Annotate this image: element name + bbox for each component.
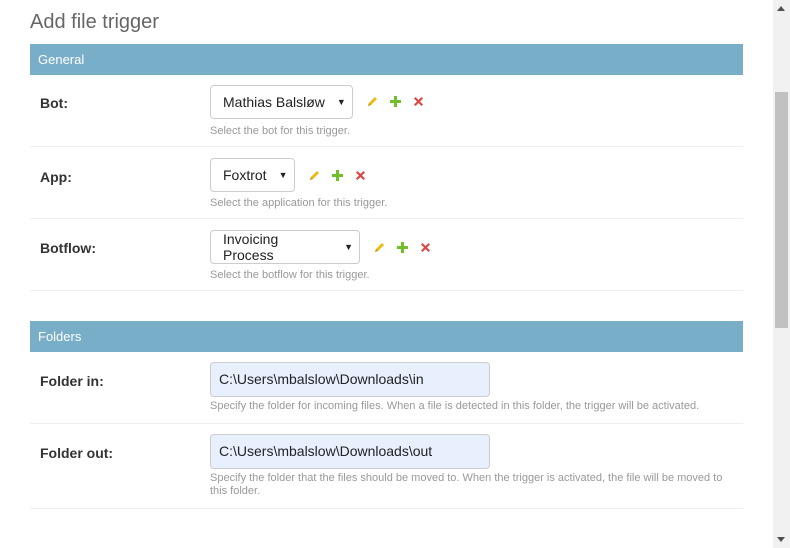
general-header: General bbox=[30, 44, 743, 75]
chevron-down-icon: ▼ bbox=[278, 170, 288, 180]
general-fieldset: General Bot: Mathias Balsløw ▼ Select th… bbox=[30, 44, 743, 291]
botflow-label: Botflow: bbox=[40, 240, 96, 256]
scroll-up-arrow-icon[interactable] bbox=[777, 6, 785, 11]
botflow-row: Botflow: Invoicing Process ▼ Select the … bbox=[30, 219, 743, 291]
app-select-value: Foxtrot bbox=[223, 167, 267, 183]
folder-out-help: Specify the folder that the files should… bbox=[210, 472, 723, 497]
app-row: App: Foxtrot ▼ Select the application fo… bbox=[30, 147, 743, 219]
vertical-scrollbar[interactable] bbox=[773, 0, 790, 548]
app-label: App: bbox=[40, 169, 72, 185]
app-actions bbox=[308, 169, 367, 182]
bot-help: Select the bot for this trigger. bbox=[210, 125, 351, 137]
plus-icon[interactable] bbox=[331, 169, 344, 182]
botflow-select-value: Invoicing Process bbox=[223, 231, 279, 263]
chevron-down-icon: ▼ bbox=[344, 242, 353, 252]
folders-fieldset: Folders Folder in: C:\Users\mbalslow\Dow… bbox=[30, 321, 743, 509]
folder-in-label: Folder in: bbox=[40, 373, 104, 389]
x-icon[interactable] bbox=[354, 169, 367, 182]
folders-header: Folders bbox=[30, 321, 743, 352]
page-title: Add file trigger bbox=[30, 11, 159, 33]
folder-out-input[interactable]: C:\Users\mbalslow\Downloads\out bbox=[210, 434, 490, 469]
botflow-help: Select the botflow for this trigger. bbox=[210, 269, 370, 281]
plus-icon[interactable] bbox=[389, 95, 402, 108]
bot-row: Bot: Mathias Balsløw ▼ Select the bot fo… bbox=[30, 75, 743, 147]
bot-select[interactable]: Mathias Balsløw ▼ bbox=[210, 85, 353, 119]
bot-label: Bot: bbox=[40, 95, 68, 111]
app-select[interactable]: Foxtrot ▼ bbox=[210, 158, 295, 192]
folder-in-row: Folder in: C:\Users\mbalslow\Downloads\i… bbox=[30, 352, 743, 424]
bot-select-value: Mathias Balsløw bbox=[223, 94, 325, 110]
botflow-select[interactable]: Invoicing Process ▼ bbox=[210, 230, 360, 264]
scrollbar-thumb[interactable] bbox=[775, 92, 788, 328]
scroll-down-arrow-icon[interactable] bbox=[777, 537, 785, 542]
plus-icon[interactable] bbox=[396, 241, 409, 254]
app-help: Select the application for this trigger. bbox=[210, 197, 388, 209]
main-content: Add file trigger General Bot: Mathias Ba… bbox=[30, 0, 743, 539]
pencil-icon[interactable] bbox=[366, 95, 379, 108]
pencil-icon[interactable] bbox=[308, 169, 321, 182]
folder-out-label: Folder out: bbox=[40, 445, 114, 461]
botflow-actions bbox=[373, 241, 432, 254]
x-icon[interactable] bbox=[412, 95, 425, 108]
chevron-down-icon: ▼ bbox=[336, 97, 346, 107]
folder-in-input[interactable]: C:\Users\mbalslow\Downloads\in bbox=[210, 362, 490, 397]
folder-out-row: Folder out: C:\Users\mbalslow\Downloads\… bbox=[30, 424, 743, 509]
x-icon[interactable] bbox=[419, 241, 432, 254]
pencil-icon[interactable] bbox=[373, 241, 386, 254]
folder-in-help: Specify the folder for incoming files. W… bbox=[210, 400, 700, 412]
bot-actions bbox=[366, 95, 425, 108]
